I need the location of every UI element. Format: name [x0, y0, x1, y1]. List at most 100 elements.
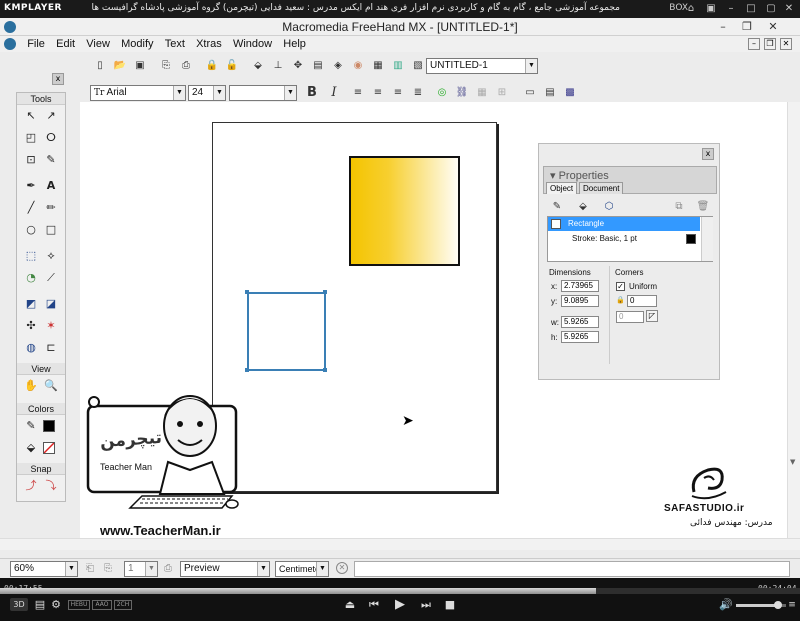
- selection-handle[interactable]: [323, 290, 327, 294]
- units-select[interactable]: Centimeters ▼: [275, 561, 329, 577]
- corner-style-icon[interactable]: ◸: [646, 310, 658, 322]
- selection-handle[interactable]: [245, 290, 249, 294]
- selection-handle[interactable]: [245, 368, 249, 372]
- y-field[interactable]: 9.0895: [561, 295, 599, 307]
- menu-file[interactable]: File: [23, 36, 49, 52]
- menu-view[interactable]: View: [82, 36, 114, 52]
- selected-rectangle[interactable]: [247, 292, 326, 371]
- page-icon[interactable]: ⎙: [164, 563, 172, 574]
- add-fill-icon[interactable]: ⬙: [575, 199, 591, 215]
- close-icon[interactable]: ✕: [762, 19, 784, 35]
- save-icon[interactable]: ▣: [132, 58, 148, 74]
- blend-tool-icon[interactable]: ✣: [22, 317, 40, 335]
- font-size-select[interactable]: 24 ▼: [188, 85, 226, 101]
- graphic-hose-icon[interactable]: ✶: [42, 317, 60, 335]
- view-mode-select[interactable]: Preview ▼: [180, 561, 270, 577]
- chevron-down-icon[interactable]: ▼: [525, 59, 537, 73]
- eyedropper-tool-icon[interactable]: ✎: [42, 151, 60, 169]
- flow-inside-icon[interactable]: ▦: [474, 85, 490, 101]
- spelling-icon[interactable]: ▤: [542, 85, 558, 101]
- stroke-swatch[interactable]: [43, 420, 55, 432]
- color-mixer-icon[interactable]: ◉: [350, 58, 366, 74]
- h-field[interactable]: 5.9265: [561, 331, 599, 343]
- perspective-tool-icon[interactable]: ◩: [22, 295, 40, 313]
- previous-icon[interactable]: ⏮: [366, 598, 382, 612]
- playlist-icon[interactable]: ≡: [784, 598, 800, 612]
- export-icon[interactable]: ⎙: [178, 58, 194, 74]
- menu-edit[interactable]: Edit: [52, 36, 79, 52]
- menu-help[interactable]: Help: [279, 36, 310, 52]
- chevron-down-icon[interactable]: ▼: [145, 562, 157, 576]
- player-close-icon[interactable]: ✕: [782, 2, 796, 15]
- rectangle-tool-icon[interactable]: □: [42, 221, 60, 239]
- pencil-tool-icon[interactable]: ✏: [42, 199, 60, 217]
- subselect-tool-icon[interactable]: ↗: [42, 107, 60, 125]
- bezigon-tool-icon[interactable]: ⟡: [42, 247, 60, 265]
- hand-tool-icon[interactable]: ✋: [22, 377, 40, 395]
- layers-icon[interactable]: ▥: [390, 58, 406, 74]
- list-item[interactable]: Stroke: Basic, 1 pt: [548, 232, 700, 246]
- document-select[interactable]: UNTITLED-1 ▼: [426, 58, 538, 74]
- menu-icon[interactable]: ▤: [32, 598, 48, 612]
- add-effect-icon[interactable]: ⬡: [601, 199, 617, 215]
- page-select[interactable]: 1 ▼: [124, 561, 158, 577]
- pin-icon[interactable]: ⌂: [684, 2, 698, 15]
- tab-object[interactable]: Object: [546, 182, 578, 194]
- prev-page-icon[interactable]: ⎗: [86, 563, 94, 574]
- trash-icon[interactable]: 🗑: [695, 199, 711, 215]
- chevron-down-icon[interactable]: ▼: [173, 86, 185, 100]
- vertical-scrollbar[interactable]: ▼: [787, 102, 800, 538]
- align-icon[interactable]: ⊥: [270, 58, 286, 74]
- menu-text[interactable]: Text: [161, 36, 189, 52]
- list-item[interactable]: Rectangle: [548, 217, 700, 231]
- restore-icon[interactable]: ❐: [736, 19, 758, 35]
- corner-radius-field[interactable]: 0: [627, 295, 657, 307]
- stop-icon[interactable]: ■: [442, 598, 458, 612]
- unlock-icon[interactable]: 🔓: [224, 58, 240, 74]
- trace-tool-icon[interactable]: ⬚: [22, 247, 40, 265]
- page-tool-icon[interactable]: ◰: [22, 129, 40, 147]
- stroke-swatch[interactable]: [686, 234, 696, 244]
- doc-inspector-icon[interactable]: ▧: [410, 58, 426, 74]
- tab-document[interactable]: Document: [579, 182, 624, 194]
- doc-icon[interactable]: [0, 36, 20, 52]
- snap-to-guide-icon[interactable]: ⤵: [42, 477, 60, 495]
- uniform-checkbox[interactable]: ✓: [616, 282, 625, 291]
- x-field[interactable]: 2.73965: [561, 280, 599, 292]
- menu-window[interactable]: Window: [229, 36, 276, 52]
- align-center-icon[interactable]: ≡: [370, 85, 386, 101]
- align-right-icon[interactable]: ≡: [390, 85, 406, 101]
- fill-color-icon[interactable]: ⬙: [22, 439, 40, 457]
- chevron-down-icon[interactable]: ▼: [65, 562, 77, 576]
- badge-3d[interactable]: 3D: [10, 598, 28, 611]
- align-left-icon[interactable]: ≡: [350, 85, 366, 101]
- volume-knob[interactable]: [774, 601, 782, 609]
- link-text-icon[interactable]: ⛓: [454, 85, 470, 101]
- minimize-icon[interactable]: –: [712, 19, 734, 35]
- text-flow-icon[interactable]: ▩: [562, 85, 578, 101]
- attach-to-path-icon[interactable]: ◎: [434, 85, 450, 101]
- cancel-icon[interactable]: ✕: [336, 562, 348, 574]
- zoom-select[interactable]: 60% ▼: [10, 561, 78, 577]
- ontop-icon[interactable]: ▣: [704, 2, 718, 15]
- import-icon[interactable]: ⎘: [158, 58, 174, 74]
- menu-modify[interactable]: Modify: [117, 36, 157, 52]
- connector-tool-icon[interactable]: ⊏: [42, 339, 60, 357]
- zoom-tool-icon[interactable]: 🔍: [42, 377, 60, 395]
- transform-icon[interactable]: ✥: [290, 58, 306, 74]
- volume-slider[interactable]: [736, 601, 786, 609]
- ellipse-tool-icon[interactable]: ○: [22, 221, 40, 239]
- chevron-down-icon[interactable]: ▼: [257, 562, 269, 576]
- text-tool-icon[interactable]: A: [42, 177, 60, 195]
- volume-icon[interactable]: 🔊: [718, 598, 734, 612]
- corner-radius-field-2[interactable]: 0: [616, 311, 644, 323]
- knife-tool-icon[interactable]: ⟋: [42, 269, 60, 287]
- eject-icon[interactable]: ⏏: [342, 598, 358, 612]
- styles-icon[interactable]: ◈: [330, 58, 346, 74]
- next-page-icon[interactable]: ⎘: [104, 563, 112, 574]
- text-editor-icon[interactable]: ▭: [522, 85, 538, 101]
- envelope-tool-icon[interactable]: ◪: [42, 295, 60, 313]
- swatches-icon[interactable]: ▦: [370, 58, 386, 74]
- duplicate-item-icon[interactable]: ⧉: [671, 199, 687, 215]
- convert-outline-icon[interactable]: ⊞: [494, 85, 510, 101]
